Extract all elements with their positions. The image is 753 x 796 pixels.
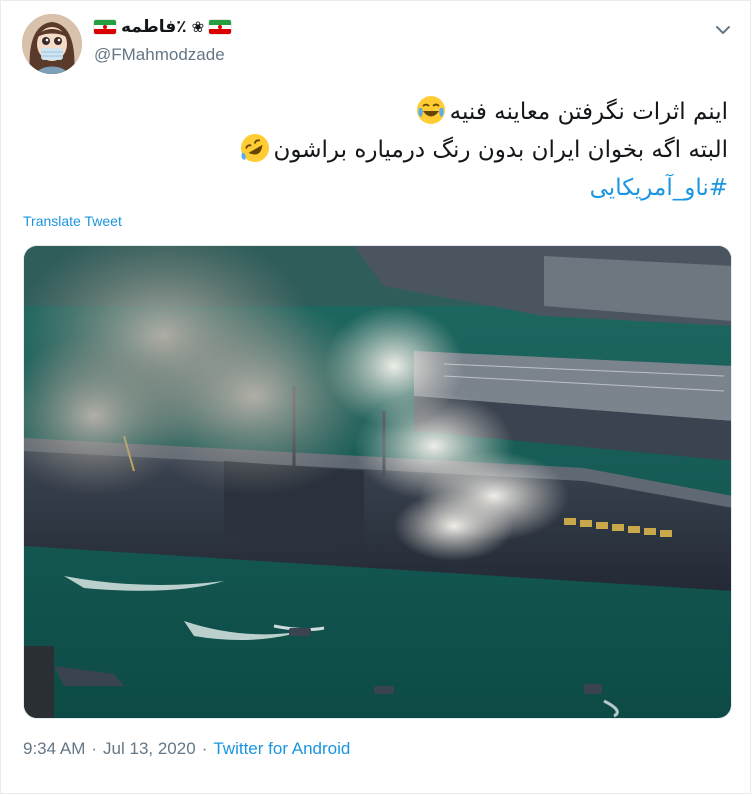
avatar[interactable] — [22, 14, 82, 74]
meta-separator: · — [201, 739, 208, 758]
user-handle[interactable]: @FMahmodzade — [94, 45, 225, 65]
flower-icon: ❀ — [191, 19, 205, 36]
tweet-line-2-text: البته اگه بخوان ایران بدون رنگ درمیاره ب… — [273, 137, 729, 163]
tweet-card: ٪فاطمه ❀ @FMahmodzade اینم اثرات نگرفتن … — [0, 0, 751, 794]
tweet-date[interactable]: Jul 13, 2020 — [103, 739, 196, 759]
joy-emoji-icon — [416, 96, 445, 124]
tweet-time[interactable]: 9:34 AM — [23, 739, 85, 759]
tweet-text: اینم اثرات نگرفتن معاینه فنیه البته اگه … — [28, 93, 728, 207]
display-name[interactable]: ٪فاطمه — [121, 17, 187, 37]
iran-flag-icon — [94, 20, 116, 34]
tweet-source-link[interactable]: Twitter for Android — [213, 739, 350, 759]
iran-flag-icon — [209, 20, 232, 34]
display-name-row[interactable]: ٪فاطمه ❀ — [94, 15, 232, 39]
meta-separator: · — [91, 739, 98, 758]
chevron-down-icon[interactable] — [712, 19, 734, 41]
rofl-emoji-icon — [240, 134, 269, 162]
ship-fire-photo — [24, 246, 731, 718]
tweet-line-1-text: اینم اثرات نگرفتن معاینه فنیه — [449, 99, 728, 125]
tweet-line-1: اینم اثرات نگرفتن معاینه فنیه — [28, 93, 728, 131]
tweet-line-2: البته اگه بخوان ایران بدون رنگ درمیاره ب… — [28, 131, 728, 169]
tweet-meta: 9:34 AM · Jul 13, 2020 · Twitter for And… — [23, 739, 350, 759]
hashtag-link[interactable]: #ناو_آمریکایی — [28, 169, 728, 207]
tweet-image[interactable] — [23, 245, 732, 719]
translate-tweet-link[interactable]: Translate Tweet — [23, 213, 122, 229]
